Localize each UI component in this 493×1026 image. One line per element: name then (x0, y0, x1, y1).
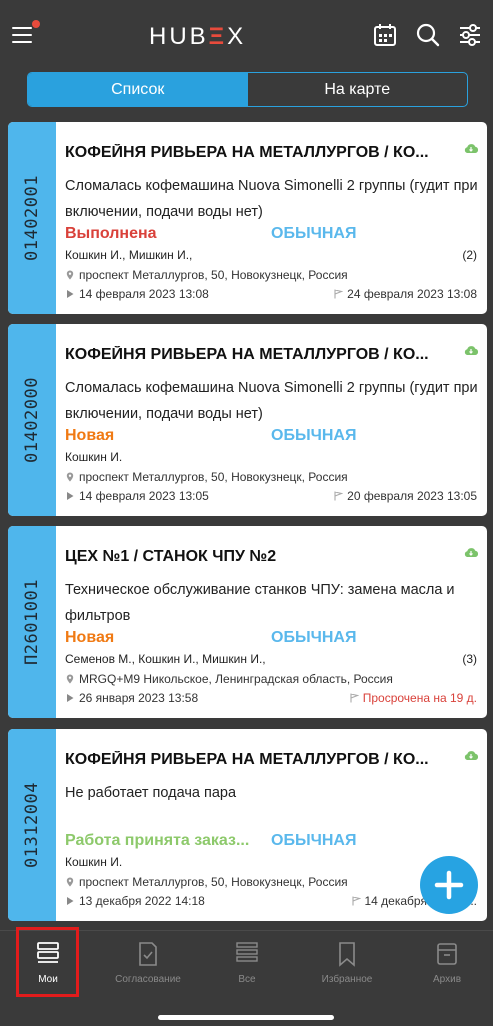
tab-approval-label: Согласование (115, 974, 181, 985)
tab-approval[interactable]: Согласование (103, 941, 193, 993)
priority-label: ОБЫЧНАЯ (271, 629, 357, 646)
status-badge: Новая (65, 629, 115, 646)
priority-label: ОБЫЧНАЯ (271, 427, 357, 444)
active-tab-highlight (16, 927, 79, 997)
assignee-count: (2) (462, 248, 477, 262)
cloud-sync-icon (464, 548, 479, 557)
due-date: 24 февраля 2023 13:08 (333, 287, 477, 301)
app-logo: HUBΞX (149, 23, 247, 50)
address-text: проспект Металлургов, 50, Новокузнецк, Р… (79, 268, 348, 282)
view-switch: Список На карте (27, 72, 468, 107)
tab-favorites-label: Избранное (321, 974, 373, 985)
assignee-count: (3) (462, 652, 477, 666)
due-date-text: Просрочена на 19 д. (362, 691, 477, 705)
task-card[interactable]: 01402000 КОФЕЙНЯ РИВЬЕРА НА МЕТАЛЛУРГОВ … (8, 324, 487, 516)
task-id-strip: 01402000 (8, 324, 56, 516)
task-id-strip: 01312004 (8, 729, 56, 921)
task-title: ЦЕХ №1 / СТАНОК ЧПУ №2 (65, 548, 277, 565)
address-text: проспект Металлургов, 50, Новокузнецк, Р… (79, 875, 348, 889)
notification-dot (32, 20, 40, 28)
play-icon (67, 897, 74, 905)
plus-icon (434, 870, 464, 900)
start-date-text: 14 февраля 2023 13:08 (79, 287, 209, 301)
app-header: HUBΞX (0, 0, 493, 64)
filter-settings-icon[interactable] (457, 22, 483, 48)
search-icon[interactable] (415, 22, 441, 48)
task-id-strip: П2601001 (8, 526, 56, 718)
status-badge: Новая (65, 427, 115, 444)
priority-label: ОБЫЧНАЯ (271, 832, 357, 849)
due-date: 20 февраля 2023 13:05 (333, 489, 477, 503)
location-pin-icon (66, 472, 74, 482)
location-pin-icon (66, 674, 74, 684)
flag-icon (351, 896, 361, 906)
task-card[interactable]: 01402001 КОФЕЙНЯ РИВЬЕРА НА МЕТАЛЛУРГОВ … (8, 122, 487, 314)
assignees: Кошкин И., Мишкин И., (65, 248, 193, 262)
start-date-text: 13 декабря 2022 14:18 (79, 894, 205, 908)
address-text: проспект Металлургов, 50, Новокузнецк, Р… (79, 470, 348, 484)
start-date-text: 14 февраля 2023 13:05 (79, 489, 209, 503)
task-title: КОФЕЙНЯ РИВЬЕРА НА МЕТАЛЛУРГОВ / КО... (65, 751, 429, 768)
status-badge: Выполнена (65, 225, 157, 242)
start-date: 14 февраля 2023 13:05 (65, 489, 209, 503)
calendar-icon[interactable] (372, 22, 398, 48)
tab-list[interactable]: Список (28, 73, 248, 106)
play-icon (67, 492, 74, 500)
task-id: П2601001 (22, 579, 43, 665)
start-date: 14 февраля 2023 13:08 (65, 287, 209, 301)
location-pin-icon (66, 877, 74, 887)
archive-icon (437, 943, 457, 965)
task-card[interactable]: 01312004 КОФЕЙНЯ РИВЬЕРА НА МЕТАЛЛУРГОВ … (8, 729, 487, 921)
play-icon (67, 290, 74, 298)
tab-map[interactable]: На карте (248, 73, 468, 106)
menu-icon[interactable] (12, 20, 40, 46)
assignees: Кошкин И. (65, 855, 123, 869)
flag-icon (350, 693, 359, 703)
task-card[interactable]: П2601001 ЦЕХ №1 / СТАНОК ЧПУ №2 Техничес… (8, 526, 487, 718)
task-address: проспект Металлургов, 50, Новокузнецк, Р… (65, 875, 348, 889)
tab-archive[interactable]: Архив (402, 941, 492, 993)
assignees: Семенов М., Кошкин И., Мишкин И., (65, 652, 266, 666)
list-icon (236, 942, 258, 962)
task-description: Сломалась кофемашина Nuova Simonelli 2 г… (65, 380, 478, 422)
task-title: КОФЕЙНЯ РИВЬЕРА НА МЕТАЛЛУРГОВ / КО... (65, 144, 429, 161)
tab-all[interactable]: Все (202, 941, 292, 993)
tab-archive-label: Архив (432, 974, 462, 985)
start-date-text: 26 января 2023 13:58 (79, 691, 199, 705)
due-date: Просрочена на 19 д. (349, 691, 477, 705)
tab-favorites[interactable]: Избранное (302, 941, 392, 993)
cloud-sync-icon (464, 144, 479, 153)
start-date: 26 января 2023 13:58 (65, 691, 198, 705)
home-indicator (158, 1015, 334, 1020)
priority-label: ОБЫЧНАЯ (271, 225, 357, 242)
due-date-text: 24 февраля 2023 13:08 (347, 287, 477, 301)
cloud-sync-icon (464, 346, 479, 355)
task-id: 01402000 (22, 377, 43, 463)
task-address: MRGQ+M9 Никольское, Ленинградская област… (65, 672, 393, 686)
start-date: 13 декабря 2022 14:18 (65, 894, 205, 908)
address-text: MRGQ+M9 Никольское, Ленинградская област… (79, 672, 393, 686)
task-address: проспект Металлургов, 50, Новокузнецк, Р… (65, 470, 348, 484)
location-pin-icon (66, 270, 74, 280)
task-description: Техническое обслуживание станков ЧПУ: за… (65, 582, 455, 624)
flag-icon (334, 491, 344, 501)
tab-all-label: Все (238, 974, 256, 985)
assignees: Кошкин И. (65, 450, 123, 464)
status-badge: Работа принята заказ... (65, 832, 250, 849)
task-description: Не работает подача пара (65, 785, 237, 801)
play-icon (67, 694, 74, 702)
cloud-sync-icon (464, 751, 479, 760)
task-id: 01312004 (22, 782, 43, 868)
task-id: 01402001 (22, 175, 43, 261)
task-id-strip: 01402001 (8, 122, 56, 314)
task-description: Сломалась кофемашина Nuova Simonelli 2 г… (65, 178, 478, 220)
flag-icon (334, 289, 344, 299)
due-date-text: 20 февраля 2023 13:05 (347, 489, 477, 503)
task-address: проспект Металлургов, 50, Новокузнецк, Р… (65, 268, 348, 282)
bookmark-icon (339, 942, 355, 967)
document-check-icon (139, 942, 157, 966)
task-title: КОФЕЙНЯ РИВЬЕРА НА МЕТАЛЛУРГОВ / КО... (65, 346, 429, 363)
add-task-button[interactable] (420, 856, 478, 914)
